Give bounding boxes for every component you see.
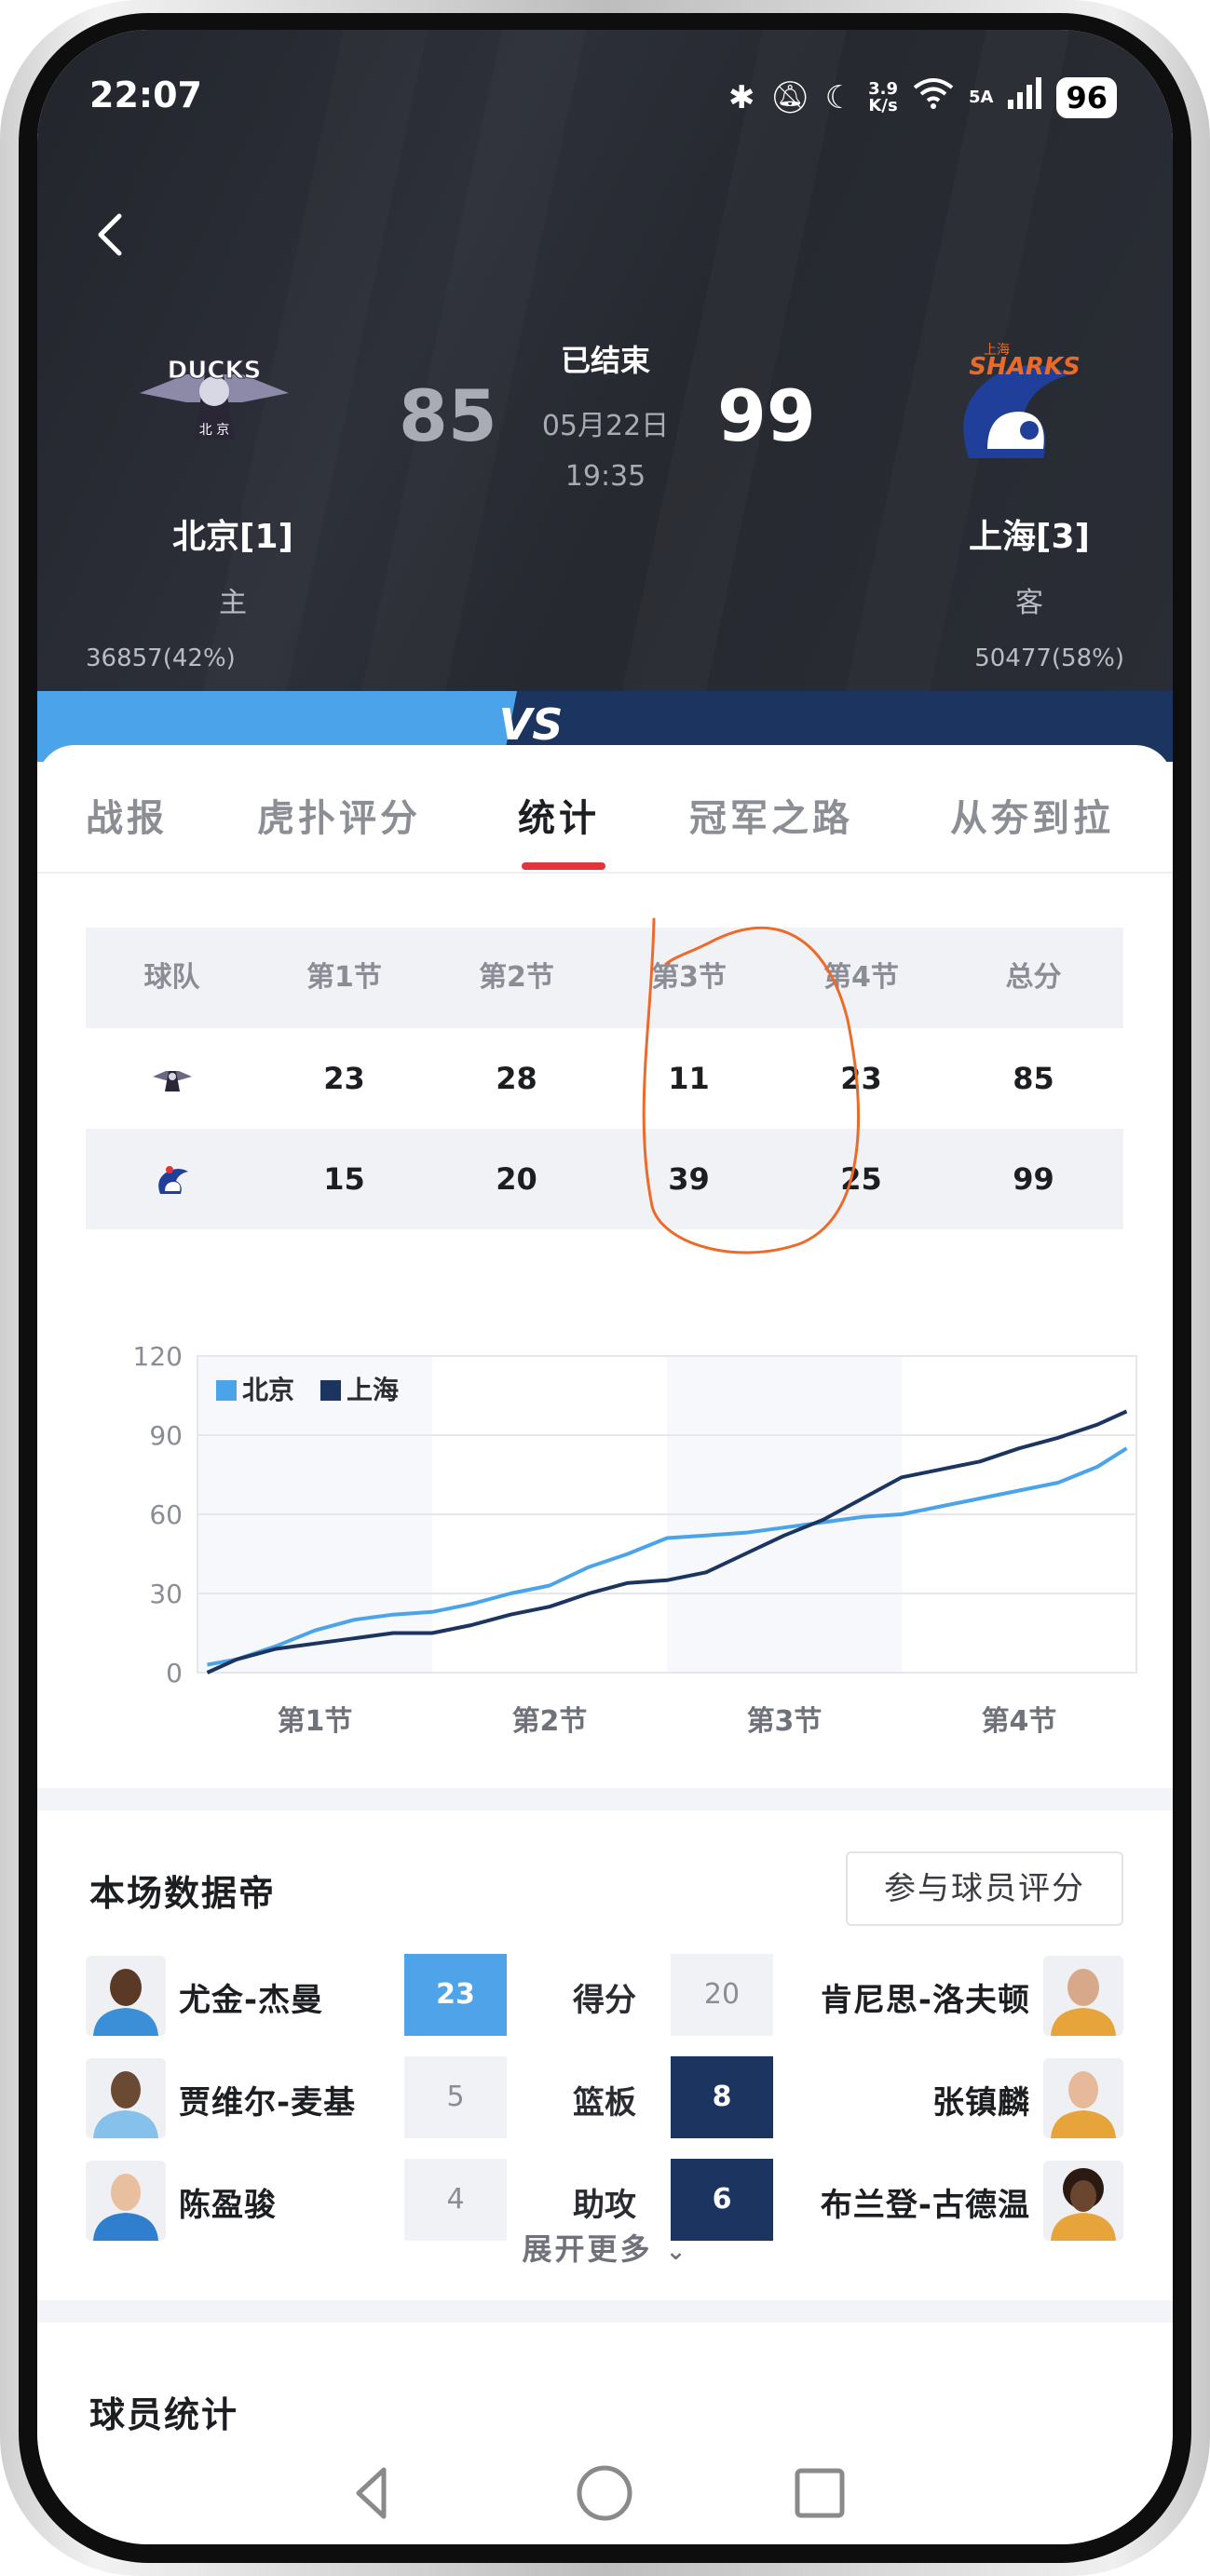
away-team-role: 客 [1015, 587, 1043, 619]
header-q2: 第2节 [479, 961, 554, 994]
tab-champion-road[interactable]: 冠军之路 [689, 788, 853, 842]
avatar[interactable] [1043, 1956, 1123, 2036]
svg-text:上海: 上海 [984, 343, 1010, 358]
player-name[interactable]: 陈盈骏 [179, 2179, 277, 2225]
header-team: 球队 [143, 961, 200, 994]
expand-more-button[interactable]: 展开更多 ⌄ [466, 2226, 745, 2269]
total-cell: 99 [1013, 1161, 1054, 1197]
score-progression-chart: 0 30 60 90 120 第1节 第2节 第3节 第4节 北京 上海 [133, 1341, 1137, 1738]
player-name[interactable]: 尤金-杰曼 [179, 1974, 323, 2020]
vs-logo: VS [499, 699, 564, 750]
player-stats-title: 球员统计 [89, 2394, 239, 2435]
avatar[interactable] [1043, 2058, 1123, 2138]
status-bar: 22:07 ✱ 🔕︎ ☾ 3.9 K/s 5A 96 [37, 67, 1173, 123]
network-type: 5A [969, 88, 994, 107]
svg-text:DUCKS: DUCKS [168, 357, 262, 385]
header-total: 总分 [1005, 961, 1062, 994]
bluetooth-icon: ✱ [727, 78, 755, 116]
away-votes: 50477(58%) [974, 644, 1124, 672]
moon-icon: ☾ [824, 78, 854, 116]
player-name[interactable]: 张镇麟 [932, 2077, 1030, 2122]
legend-swatch [216, 1380, 237, 1401]
wifi-icon [913, 76, 954, 118]
home-team-logo[interactable]: DUCKS 北 京 [130, 337, 298, 458]
net-speed: 3.9 K/s [868, 78, 898, 115]
game-status: 已结束 [560, 343, 650, 378]
player-name[interactable]: 贾维尔-麦基 [179, 2077, 356, 2122]
signal-icon [1008, 77, 1042, 117]
stat-label: 得分 [573, 1982, 636, 2019]
x-tick-label: 第2节 [512, 1705, 588, 1738]
battery-level: 96 [1056, 76, 1117, 118]
stat-value: 23 [404, 1954, 507, 2036]
player-name[interactable]: 布兰登-古德温 [821, 2179, 1030, 2225]
mute-bell-icon: 🔕︎ [769, 78, 810, 116]
avatar[interactable] [86, 1956, 166, 2036]
player-name[interactable]: 肯尼思-洛夫顿 [821, 1974, 1030, 2020]
data-board-title: 本场数据帝 [89, 1873, 277, 1914]
score-cell: 15 [323, 1161, 365, 1197]
home-team-name: 北京[1] [172, 518, 293, 556]
away-team-logo[interactable]: SHARKS 上海 [931, 337, 1099, 458]
tab-stats[interactable]: 统计 [518, 788, 600, 842]
avatar[interactable] [86, 2161, 166, 2241]
game-time: 19:35 [564, 460, 646, 493]
y-tick-label: 30 [149, 1579, 183, 1609]
nav-recents-icon[interactable] [795, 2468, 845, 2518]
stat-value: 20 [671, 1954, 773, 2036]
legend-swatch [320, 1380, 341, 1401]
header-q1: 第1节 [306, 961, 382, 994]
leader-row-rebounds: 贾维尔-麦基 5 篮板 8 张镇麟 [86, 2056, 1123, 2138]
score-cell: 23 [323, 1061, 365, 1096]
avatar[interactable] [86, 2058, 166, 2138]
y-tick-label: 120 [133, 1341, 183, 1372]
game-date: 05月22日 [541, 410, 670, 442]
status-icons: ✱ 🔕︎ ☾ 3.9 K/s 5A 96 [728, 76, 1117, 118]
beijing-mini-logo [151, 1062, 194, 1095]
away-score: 99 [717, 374, 816, 457]
svg-text:北 京: 北 京 [199, 423, 229, 438]
game-header: 22:07 ✱ 🔕︎ ☾ 3.9 K/s 5A 96 DUCKS 北 京 北京[… [37, 30, 1173, 721]
content-card: 战报 虎扑评分 统计 冠军之路 从夯到拉 球队 第1节 第2节 第3节 第4节 … [37, 745, 1173, 2544]
home-votes: 36857(42%) [86, 644, 236, 672]
screen: 22:07 ✱ 🔕︎ ☾ 3.9 K/s 5A 96 DUCKS 北 京 北京[… [37, 30, 1173, 2544]
shanghai-mini-logo [151, 1162, 194, 1196]
nav-home-icon[interactable] [577, 2465, 632, 2521]
chevron-left-icon [98, 213, 122, 256]
score-cell: 28 [496, 1061, 537, 1096]
score-cell: 20 [496, 1161, 537, 1197]
system-nav-bar [37, 2442, 1173, 2544]
home-team-role: 主 [219, 587, 247, 619]
active-tab-indicator [522, 862, 605, 870]
tab-report[interactable]: 战报 [86, 788, 168, 842]
x-tick-label: 第4节 [982, 1705, 1057, 1738]
legend-label: 北京 [242, 1375, 294, 1405]
section-divider [37, 2300, 1173, 2323]
nav-back-icon[interactable] [356, 2467, 387, 2519]
stat-value: 8 [671, 2056, 773, 2138]
y-tick-label: 90 [149, 1420, 183, 1451]
y-tick-label: 60 [149, 1499, 183, 1530]
tab-bar: 战报 虎扑评分 统计 冠军之路 从夯到拉 [37, 745, 1173, 874]
legend-label: 上海 [347, 1375, 399, 1405]
total-cell: 85 [1013, 1061, 1054, 1096]
leader-row-points: 尤金-杰曼 23 得分 20 肯尼思-洛夫顿 [86, 1954, 1123, 2036]
hand-drawn-circle-annotation [642, 917, 861, 1254]
avatar[interactable] [1043, 2161, 1123, 2241]
back-button[interactable] [84, 207, 140, 263]
chevron-down-icon: ⌄ [665, 2238, 689, 2266]
x-tick-label: 第3节 [747, 1705, 823, 1738]
tab-hupu-rating[interactable]: 虎扑评分 [257, 788, 421, 842]
stat-value: 5 [404, 2056, 507, 2138]
away-team-name: 上海[3] [969, 518, 1090, 556]
home-score: 85 [399, 374, 497, 457]
section-divider [37, 1788, 1173, 1810]
x-tick-label: 第1节 [278, 1705, 353, 1738]
tab-tier-list[interactable]: 从夯到拉 [950, 788, 1114, 842]
y-tick-label: 0 [166, 1658, 183, 1688]
stat-label: 助攻 [573, 2187, 636, 2224]
stat-label: 篮板 [573, 2084, 636, 2122]
rate-players-button[interactable]: 参与球员评分 [846, 1851, 1123, 1926]
clock: 22:07 [89, 75, 202, 115]
